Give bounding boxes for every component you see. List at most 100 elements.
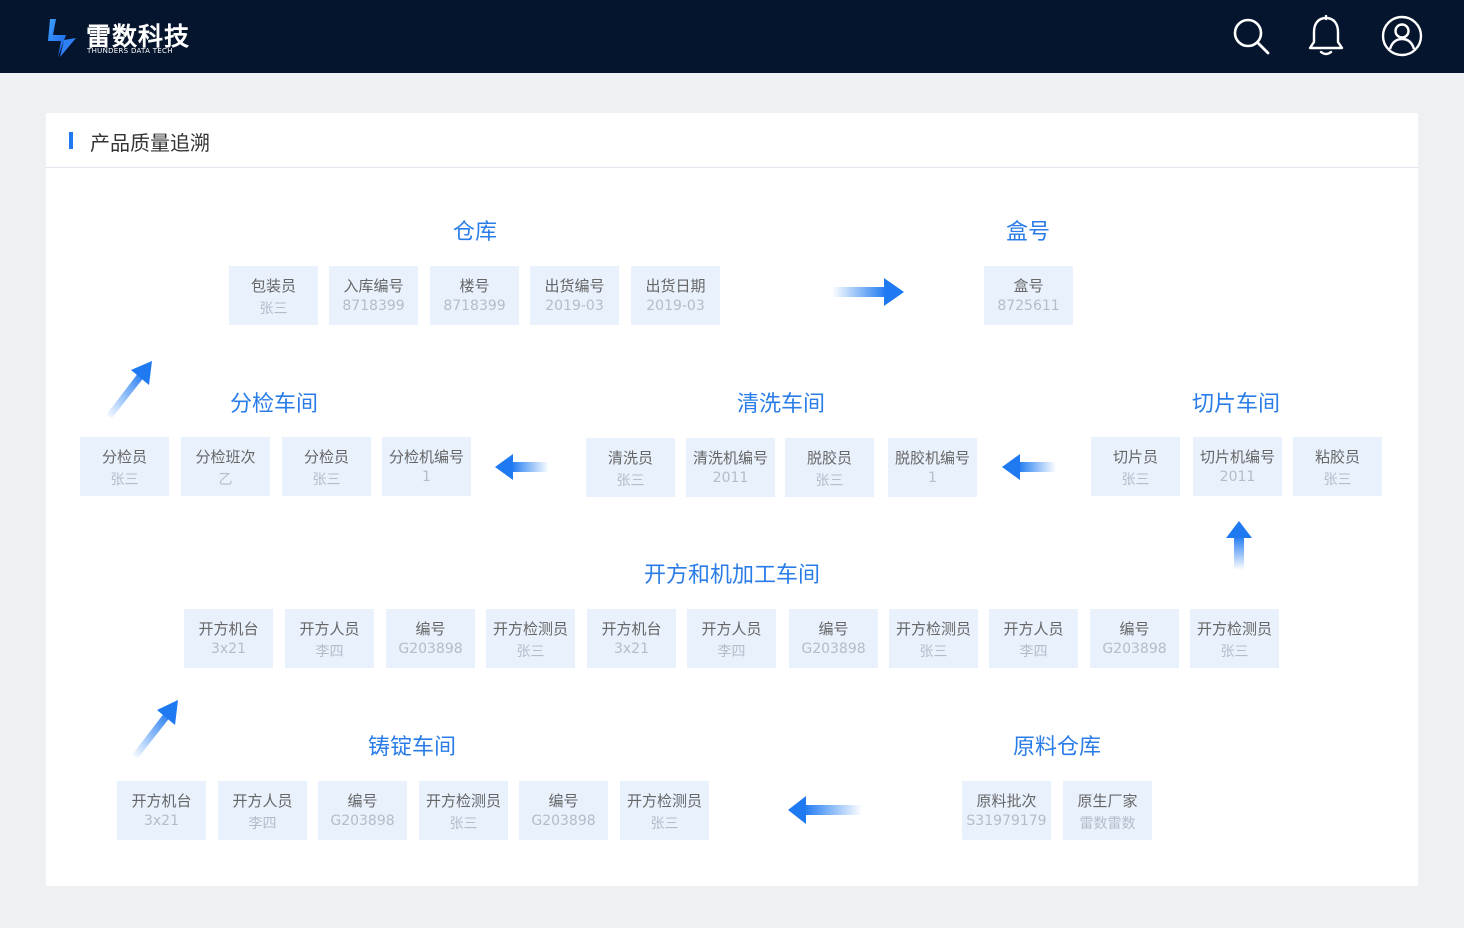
info-value: 3x21 — [143, 813, 179, 829]
info-label: 楼号 — [459, 277, 490, 295]
info-value: 3x21 — [210, 641, 246, 657]
info-value: 8718399 — [443, 298, 506, 314]
info-value: 2019-03 — [646, 298, 705, 314]
info-label: 开方人员 — [1003, 620, 1064, 638]
info-box-machining: 编号 G203898 — [1090, 609, 1179, 668]
arrow-left-icon — [495, 454, 549, 480]
info-value: 2011 — [712, 470, 749, 486]
info-value: 8725611 — [997, 298, 1060, 314]
info-label: 开方检测员 — [492, 620, 568, 638]
info-label: 开方检测员 — [626, 792, 702, 810]
info-box-casting: 开方检测员 张三 — [620, 781, 709, 840]
title-accent-bar — [69, 132, 73, 149]
info-box-cleaning: 清洗员 张三 — [586, 438, 675, 497]
info-value: 2011 — [1219, 469, 1256, 485]
bell-icon — [1308, 15, 1344, 56]
info-box-slicing: 粘胶员 张三 — [1293, 437, 1382, 496]
info-value: 张三 — [110, 472, 139, 488]
info-box-machining: 开方人员 李四 — [989, 609, 1078, 668]
info-value: 张三 — [259, 301, 288, 317]
info-label: 分检机编号 — [388, 448, 464, 466]
info-box-sorting: 分检机编号 1 — [382, 437, 471, 496]
info-box-warehouse: 包装员 张三 — [229, 266, 318, 325]
info-value: 雷数雷数 — [1079, 816, 1136, 832]
info-label: 开方检测员 — [895, 620, 971, 638]
info-box-machining: 编号 G203898 — [386, 609, 475, 668]
section-title-cleaning: 清洗车间 — [736, 392, 826, 417]
info-value: 张三 — [650, 816, 679, 832]
info-value: S31979179 — [966, 813, 1047, 829]
brand-name-en: THUNDERS DATA TECH — [87, 47, 173, 55]
info-label: 出货日期 — [645, 277, 706, 295]
info-label: 清洗机编号 — [692, 449, 768, 467]
info-value: G203898 — [801, 641, 866, 657]
info-box-sorting: 分检班次 乙 — [181, 437, 270, 496]
info-value: 乙 — [218, 472, 233, 488]
arrow-up-icon — [1226, 521, 1252, 570]
section-title-slicing: 切片车间 — [1191, 392, 1281, 417]
section-title-warehouse: 仓库 — [452, 220, 498, 245]
info-box-sorting: 分检员 张三 — [80, 437, 169, 496]
info-label: 盒号 — [1013, 277, 1044, 295]
info-box-machining: 开方检测员 张三 — [1190, 609, 1279, 668]
info-box-machining: 开方机台 3x21 — [587, 609, 676, 668]
info-label: 出货编号 — [544, 277, 605, 295]
info-label: 分检班次 — [195, 448, 256, 466]
info-value: G203898 — [1102, 641, 1167, 657]
info-label: 分检员 — [303, 448, 349, 466]
info-label: 脱胶员 — [806, 449, 852, 467]
info-label: 编号 — [818, 620, 849, 638]
info-label: 开方检测员 — [1196, 620, 1272, 638]
info-label: 开方检测员 — [425, 792, 501, 810]
info-label: 开方人员 — [232, 792, 293, 810]
user-icon — [1381, 15, 1423, 57]
info-box-box-number: 盒号 8725611 — [984, 266, 1073, 325]
info-value: 8718399 — [342, 298, 405, 314]
info-label: 开方机台 — [131, 792, 192, 810]
info-box-machining: 开方检测员 张三 — [486, 609, 575, 668]
info-value: 2019-03 — [545, 298, 604, 314]
info-label: 编号 — [1119, 620, 1150, 638]
top-bar: 雷数科技 THUNDERS DATA TECH — [0, 0, 1464, 73]
arrow-up-right-icon — [132, 700, 178, 758]
arrow-left-icon — [788, 796, 862, 824]
card-header: 产品质量追溯 — [46, 113, 1418, 168]
info-box-machining: 编号 G203898 — [789, 609, 878, 668]
info-box-casting: 编号 G203898 — [519, 781, 608, 840]
section-title-raw: 原料仓库 — [1012, 735, 1102, 760]
section-title-sorting: 分检车间 — [229, 392, 319, 417]
info-value: 李四 — [248, 816, 277, 832]
search-button[interactable] — [1230, 15, 1272, 57]
info-label: 包装员 — [250, 277, 296, 295]
info-box-machining: 开方机台 3x21 — [184, 609, 273, 668]
info-label: 切片员 — [1112, 448, 1158, 466]
info-value: 张三 — [815, 473, 844, 489]
search-icon — [1233, 18, 1270, 55]
info-box-casting: 开方机台 3x21 — [117, 781, 206, 840]
brand-logo[interactable]: 雷数科技 THUNDERS DATA TECH — [44, 16, 214, 60]
info-box-cleaning: 清洗机编号 2011 — [686, 438, 775, 497]
info-value: 张三 — [616, 473, 645, 489]
info-label: 分检员 — [101, 448, 147, 466]
arrow-right-icon — [832, 278, 904, 306]
user-button[interactable] — [1381, 15, 1423, 57]
info-value: 张三 — [1121, 472, 1150, 488]
arrow-left-icon — [1002, 454, 1056, 480]
info-value: G203898 — [531, 813, 596, 829]
info-label: 开方机台 — [601, 620, 662, 638]
arrow-up-right-icon — [106, 361, 152, 418]
info-label: 编号 — [548, 792, 579, 810]
notification-button[interactable] — [1305, 15, 1347, 57]
info-value: 李四 — [717, 644, 746, 660]
info-label: 开方机台 — [198, 620, 259, 638]
info-box-warehouse: 出货日期 2019-03 — [631, 266, 720, 325]
page-title: 产品质量追溯 — [90, 131, 210, 155]
info-box-warehouse: 楼号 8718399 — [430, 266, 519, 325]
section-title-machining: 开方和机加工车间 — [643, 563, 821, 588]
info-box-cleaning: 脱胶机编号 1 — [888, 438, 977, 497]
info-label: 开方人员 — [701, 620, 762, 638]
lightning-logo-icon — [48, 19, 76, 57]
info-label: 粘胶员 — [1314, 448, 1360, 466]
info-box-machining: 开方人员 李四 — [285, 609, 374, 668]
info-value: 张三 — [312, 472, 341, 488]
